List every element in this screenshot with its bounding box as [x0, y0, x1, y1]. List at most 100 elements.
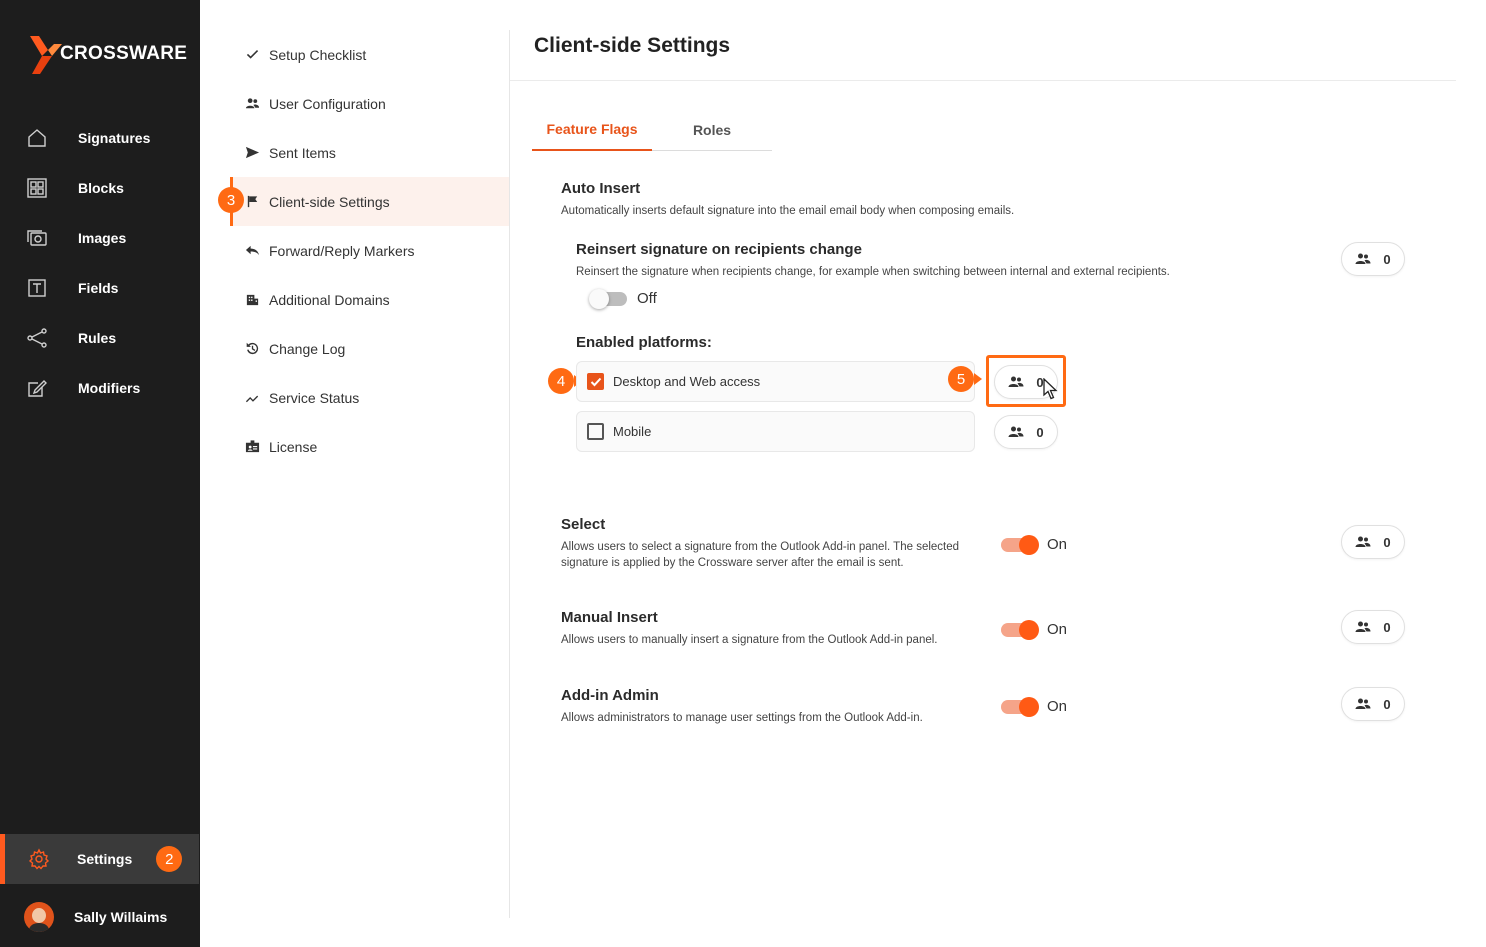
reply-icon	[244, 243, 260, 259]
submenu-item-label: Sent Items	[269, 144, 336, 161]
nav-item-signatures[interactable]: Signatures	[0, 113, 200, 163]
platform-desktop-web[interactable]: Desktop and Web access	[576, 361, 975, 402]
submenu-item-setup-checklist[interactable]: Setup Checklist	[230, 30, 509, 79]
manual-insert-description: Allows users to manually insert a signat…	[561, 634, 938, 646]
submenu-item-change-log[interactable]: Change Log	[230, 324, 509, 373]
submenu-item-client-side-settings[interactable]: 3 Client-side Settings	[218, 177, 509, 226]
mouse-cursor-icon	[1043, 378, 1058, 400]
tab-feature-flags[interactable]: Feature Flags	[532, 108, 652, 151]
users-icon	[1355, 253, 1371, 264]
check-icon	[244, 47, 260, 63]
mobile-checkbox[interactable]	[587, 423, 604, 440]
toggle-knob	[1019, 534, 1039, 555]
nav-item-label: Blocks	[78, 180, 124, 196]
page-title: Client-side Settings	[534, 34, 731, 57]
crossware-x-logo-icon	[30, 36, 62, 74]
reinsert-toggle[interactable]: Off	[589, 288, 657, 309]
platform-label: Mobile	[613, 424, 652, 439]
addin-admin-toggle[interactable]: On	[1001, 696, 1067, 717]
user-name: Sally Willaims	[74, 909, 168, 925]
user-count: 0	[1383, 696, 1391, 712]
settings-submenu: Setup Checklist User Configuration Sent …	[218, 30, 509, 471]
select-description: Allows users to select a signature from …	[561, 539, 959, 571]
history-icon	[244, 341, 260, 357]
select-users-button[interactable]: 0	[1341, 525, 1405, 559]
users-icon	[1355, 621, 1371, 632]
addin-admin-title: Add-in Admin	[561, 687, 659, 704]
addin-admin-description: Allows administrators to manage user set…	[561, 712, 923, 724]
users-icon	[1355, 536, 1371, 547]
nav-item-fields[interactable]: Fields	[0, 263, 200, 313]
badge-id-icon	[244, 439, 260, 455]
user-count: 0	[1383, 534, 1391, 550]
auto-insert-description: Automatically inserts default signature …	[561, 205, 1015, 217]
select-toggle[interactable]: On	[1001, 534, 1068, 555]
submenu-item-label: Additional Domains	[269, 291, 390, 308]
nav-item-label: Modifiers	[78, 380, 141, 396]
settings-label: Settings	[77, 851, 133, 867]
users-icon	[1008, 376, 1024, 387]
toggle-track	[1001, 619, 1039, 640]
main-sidebar: CROSSWARE Signatures Blocks Images Field…	[0, 0, 200, 947]
nav-item-modifiers[interactable]: Modifiers	[0, 363, 200, 413]
toggle-knob	[1019, 619, 1039, 640]
submenu-divider	[509, 30, 510, 918]
send-icon	[244, 145, 260, 161]
submenu-item-license[interactable]: License	[230, 422, 509, 471]
select-description-line: Allows users to select a signature from …	[561, 541, 960, 553]
crossware-logo[interactable]: CROSSWARE	[28, 34, 187, 74]
manual-insert-users-button[interactable]: 0	[1341, 610, 1405, 644]
images-icon	[26, 227, 48, 249]
auto-insert-title: Auto Insert	[561, 180, 641, 197]
nav-item-blocks[interactable]: Blocks	[0, 163, 200, 213]
toggle-state-label: Off	[637, 290, 657, 307]
building-icon	[244, 292, 260, 308]
settings-tabs: Feature Flags Roles	[532, 108, 772, 151]
user-profile[interactable]: Sally Willaims	[0, 892, 200, 942]
main-nav: Signatures Blocks Images Fields Rules Mo…	[0, 113, 200, 413]
reinsert-users-button[interactable]: 0	[1341, 242, 1405, 276]
submenu-item-label: License	[269, 438, 318, 455]
submenu-item-service-status[interactable]: Service Status	[230, 373, 509, 422]
nav-item-images[interactable]: Images	[0, 213, 200, 263]
select-title: Select	[561, 516, 606, 533]
submenu-item-label: Service Status	[269, 389, 360, 406]
tab-roles[interactable]: Roles	[652, 108, 772, 151]
user-count: 0	[1383, 251, 1391, 267]
submenu-item-forward-reply-markers[interactable]: Forward/Reply Markers	[230, 226, 509, 275]
step-arrow	[974, 373, 982, 385]
step-badge-3: 3	[218, 187, 244, 213]
manual-insert-title: Manual Insert	[561, 609, 658, 626]
user-count: 0	[1383, 619, 1391, 635]
users-icon	[1008, 426, 1024, 437]
user-count: 0	[1036, 424, 1044, 440]
nav-item-rules[interactable]: Rules	[0, 313, 200, 363]
step-badge-5: 5	[948, 366, 974, 392]
toggle-knob	[589, 288, 609, 309]
manual-insert-toggle[interactable]: On	[1001, 619, 1067, 640]
step-badge-2: 2	[156, 846, 183, 872]
addin-admin-users-button[interactable]: 0	[1341, 687, 1405, 721]
submenu-item-label: Client-side Settings	[269, 193, 390, 210]
submenu-item-label: Forward/Reply Markers	[269, 242, 415, 259]
nav-item-label: Images	[78, 230, 127, 246]
toggle-state-label: On	[1047, 536, 1068, 553]
home-icon	[26, 127, 48, 149]
desktop-web-checkbox[interactable]	[587, 373, 604, 390]
toggle-track	[1001, 696, 1039, 717]
fields-icon	[26, 277, 48, 299]
select-description-line: signature is applied by the Crossware se…	[561, 557, 904, 569]
submenu-item-sent-items[interactable]: Sent Items	[230, 128, 509, 177]
reinsert-description: Reinsert the signature when recipients c…	[576, 266, 1170, 278]
submenu-item-user-configuration[interactable]: User Configuration	[230, 79, 509, 128]
nav-item-settings[interactable]: Settings 2	[0, 834, 199, 884]
avatar	[24, 902, 54, 932]
mobile-users-button[interactable]: 0	[994, 415, 1058, 449]
title-divider	[510, 80, 1456, 81]
nav-item-label: Signatures	[78, 130, 151, 146]
enabled-platforms-label: Enabled platforms:	[576, 334, 712, 351]
submenu-item-additional-domains[interactable]: Additional Domains	[230, 275, 509, 324]
platform-mobile[interactable]: Mobile	[576, 411, 975, 452]
toggle-track	[589, 288, 627, 309]
flag-icon	[244, 194, 260, 210]
